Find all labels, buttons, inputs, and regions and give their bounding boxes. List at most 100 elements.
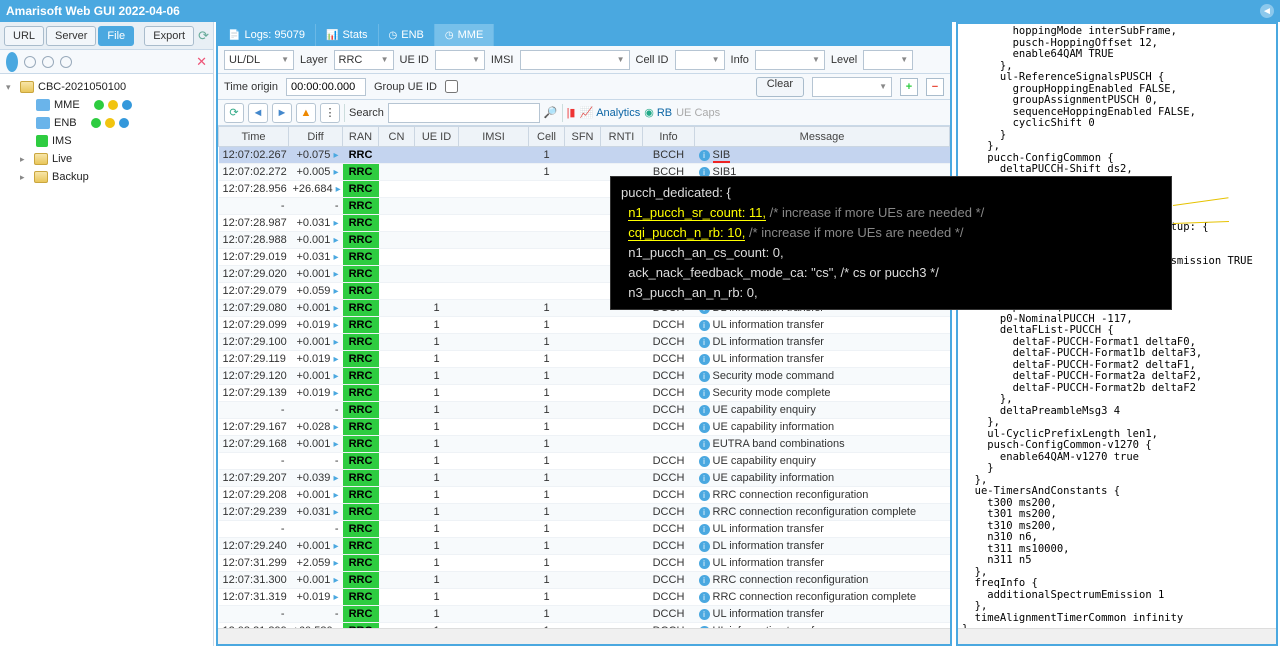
col-header[interactable]: Diff bbox=[289, 127, 343, 147]
search-input[interactable] bbox=[388, 103, 540, 123]
nav-opts[interactable]: ⋮ bbox=[320, 103, 340, 123]
collapse-icon[interactable]: ◄ bbox=[1260, 4, 1274, 18]
tree-item-backup[interactable]: ▸Backup bbox=[2, 168, 211, 186]
filter-row2: Time origin Group UE ID Clear ▼ + − bbox=[218, 74, 950, 100]
group-ue-label: Group UE ID bbox=[374, 81, 437, 93]
info-icon: i bbox=[699, 337, 710, 348]
table-row[interactable]: 12:07:29.100+0.001 ▸RRC11DCCHiDL informa… bbox=[219, 334, 950, 351]
preset-select[interactable]: ▼ bbox=[812, 77, 892, 97]
tree-root[interactable]: ▾CBC-2021050100 bbox=[2, 78, 211, 96]
status-dot-yellow bbox=[108, 100, 118, 110]
analytics-link[interactable]: 📈Analytics bbox=[579, 106, 640, 119]
url-button[interactable]: URL bbox=[4, 26, 44, 46]
tab-bar: 📄Logs: 95079 📊Stats ◷ENB ◷MME bbox=[218, 24, 950, 46]
tree-item-ims[interactable]: IMS bbox=[2, 132, 211, 150]
sidebar-toolbar2: ✕ bbox=[0, 50, 213, 74]
uldl-select[interactable]: UL/DL▼ bbox=[224, 50, 294, 70]
level-select[interactable]: ▼ bbox=[863, 50, 913, 70]
uecaps-link[interactable]: UE Caps bbox=[676, 107, 720, 119]
file-button[interactable]: File bbox=[98, 26, 134, 46]
status-dot-green bbox=[94, 100, 104, 110]
grid-toolbar: ⟳ ◄ ► ▲ ⋮ Search 🔎 |▮ 📈Analytics ◉RB UE … bbox=[218, 100, 950, 126]
info-icon: i bbox=[699, 320, 710, 331]
nav-back[interactable]: ◄ bbox=[248, 103, 268, 123]
info-icon: i bbox=[699, 524, 710, 535]
col-header[interactable]: UE ID bbox=[415, 127, 459, 147]
chart-icon: 📊 bbox=[326, 30, 338, 41]
tab-mme[interactable]: ◷MME bbox=[435, 24, 494, 46]
info-icon: i bbox=[699, 592, 710, 603]
table-row[interactable]: --RRC11DCCHiUL information transfer bbox=[219, 521, 950, 538]
nav-warn[interactable]: ▲ bbox=[296, 103, 316, 123]
table-row[interactable]: --RRC11DCCHiUE capability enquiry bbox=[219, 402, 950, 419]
tab-logs[interactable]: 📄Logs: 95079 bbox=[218, 24, 316, 46]
server-button[interactable]: Server bbox=[46, 26, 96, 46]
binoculars-icon[interactable]: 🔎 bbox=[544, 106, 558, 119]
imsi-select[interactable]: ▼ bbox=[520, 50, 630, 70]
clear-button[interactable]: Clear bbox=[756, 77, 804, 97]
table-row[interactable]: 12:07:29.167+0.028 ▸RRC11DCCHiUE capabil… bbox=[219, 419, 950, 436]
table-row[interactable]: --RRC11DCCHiUL information transfer bbox=[219, 606, 950, 623]
table-row[interactable]: 12:07:29.239+0.031 ▸RRC11DCCHiRRC connec… bbox=[219, 504, 950, 521]
cellid-select[interactable]: ▼ bbox=[675, 50, 725, 70]
info-icon: i bbox=[699, 150, 710, 161]
export-button[interactable]: Export bbox=[144, 26, 194, 46]
group-ue-checkbox[interactable] bbox=[445, 80, 458, 93]
table-row[interactable]: 12:08:31.899+60.580 ▸RRC11DCCHiUL inform… bbox=[219, 623, 950, 629]
table-row[interactable]: 12:07:29.139+0.019 ▸RRC11DCCHiSecurity m… bbox=[219, 385, 950, 402]
info-icon: i bbox=[699, 439, 710, 450]
col-header[interactable]: SFN bbox=[565, 127, 601, 147]
table-row[interactable]: 12:07:31.300+0.001 ▸RRC11DCCHiRRC connec… bbox=[219, 572, 950, 589]
info-icon: i bbox=[699, 456, 710, 467]
tree-item-mme[interactable]: MME bbox=[2, 96, 211, 114]
table-row[interactable]: --RRC11DCCHiUE capability enquiry bbox=[219, 453, 950, 470]
time-origin-input[interactable] bbox=[286, 78, 366, 96]
rb-link[interactable]: ◉RB bbox=[644, 106, 672, 119]
nav-fwd[interactable]: ► bbox=[272, 103, 292, 123]
table-row[interactable]: 12:07:29.208+0.001 ▸RRC11DCCHiRRC connec… bbox=[219, 487, 950, 504]
h-scrollbar[interactable] bbox=[958, 628, 1276, 644]
detail-text[interactable]: hoppingMode interSubFrame, pusch-Hopping… bbox=[958, 24, 1276, 628]
filter-row: UL/DL▼ Layer RRC▼ UE ID ▼ IMSI ▼ Cell ID… bbox=[218, 46, 950, 74]
col-header[interactable]: IMSI bbox=[459, 127, 529, 147]
nav-dot[interactable] bbox=[42, 56, 54, 68]
table-row[interactable]: 12:07:29.099+0.019 ▸RRC11DCCHiUL informa… bbox=[219, 317, 950, 334]
table-row[interactable]: 12:07:02.267+0.075 ▸RRC1BCCHiSIB bbox=[219, 147, 950, 164]
close-icon[interactable]: ✕ bbox=[196, 54, 207, 70]
table-row[interactable]: 12:07:29.240+0.001 ▸RRC11DCCHiDL informa… bbox=[219, 538, 950, 555]
table-row[interactable]: 12:07:29.120+0.001 ▸RRC11DCCHiSecurity m… bbox=[219, 368, 950, 385]
table-row[interactable]: 12:07:31.299+2.059 ▸RRC11DCCHiUL informa… bbox=[219, 555, 950, 572]
info-icon: i bbox=[699, 507, 710, 518]
layer-select[interactable]: RRC▼ bbox=[334, 50, 394, 70]
refresh-icon[interactable]: ⟳ bbox=[198, 28, 209, 44]
col-header[interactable]: Time bbox=[219, 127, 289, 147]
nav-dot[interactable] bbox=[60, 56, 72, 68]
col-header[interactable]: Info bbox=[643, 127, 695, 147]
info-label: Info bbox=[731, 54, 749, 66]
info-select[interactable]: ▼ bbox=[755, 50, 825, 70]
table-row[interactable]: 12:07:29.207+0.039 ▸RRC11DCCHiUE capabil… bbox=[219, 470, 950, 487]
col-header[interactable]: Cell bbox=[529, 127, 565, 147]
tree-item-live[interactable]: ▸Live bbox=[2, 150, 211, 168]
table-row[interactable]: 12:07:29.119+0.019 ▸RRC11DCCHiUL informa… bbox=[219, 351, 950, 368]
remove-button[interactable]: − bbox=[926, 78, 944, 96]
imsi-label: IMSI bbox=[491, 54, 514, 66]
col-header[interactable]: RNTI bbox=[601, 127, 643, 147]
table-row[interactable]: 12:07:29.168+0.001 ▸RRC11iEUTRA band com… bbox=[219, 436, 950, 453]
nav-dot[interactable] bbox=[24, 56, 36, 68]
col-header[interactable]: CN bbox=[379, 127, 415, 147]
h-scrollbar[interactable] bbox=[218, 628, 950, 644]
nav-refresh[interactable]: ⟳ bbox=[224, 103, 244, 123]
ueid-select[interactable]: ▼ bbox=[435, 50, 485, 70]
tree-item-enb[interactable]: ENB bbox=[2, 114, 211, 132]
info-icon: i bbox=[699, 626, 710, 628]
chart-icon[interactable]: |▮ bbox=[567, 106, 576, 119]
tab-stats[interactable]: 📊Stats bbox=[316, 24, 379, 46]
col-header[interactable]: Message bbox=[695, 127, 950, 147]
add-button[interactable]: + bbox=[900, 78, 918, 96]
table-row[interactable]: 12:07:31.319+0.019 ▸RRC11DCCHiRRC connec… bbox=[219, 589, 950, 606]
tab-enb[interactable]: ◷ENB bbox=[379, 24, 435, 46]
col-header[interactable]: RAN bbox=[343, 127, 379, 147]
search-label: Search bbox=[349, 107, 384, 119]
nav-dot[interactable] bbox=[6, 52, 18, 72]
